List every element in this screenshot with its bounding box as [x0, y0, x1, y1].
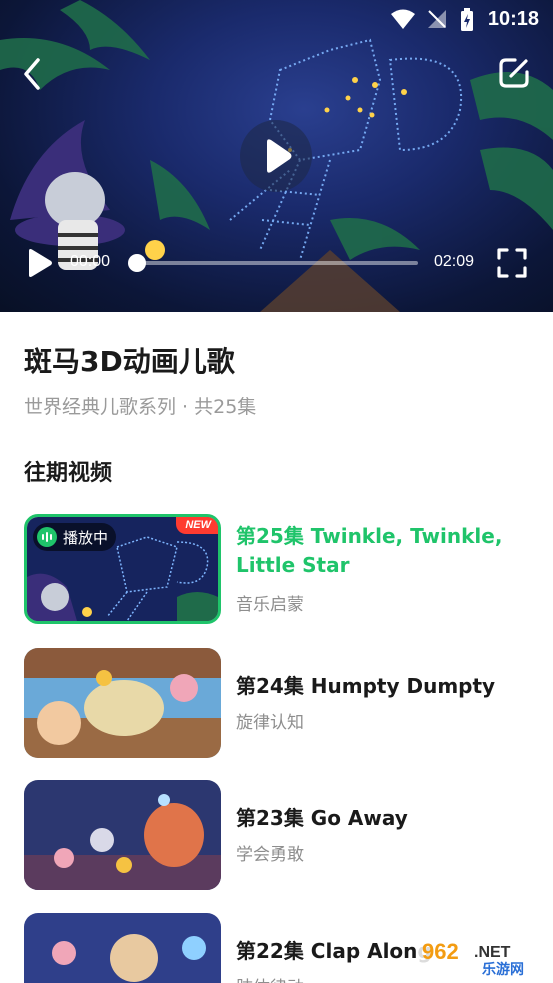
episode-item-25[interactable]: 播放中 NEW 第25集 Twinkle, Twinkle, Little St…	[24, 514, 544, 624]
sound-wave-icon	[37, 527, 57, 547]
episode-item-24[interactable]: 第24集 Humpty Dumpty 旋律认知	[24, 648, 544, 758]
episode-desc: 学会勇敢	[236, 845, 304, 865]
watermark-num: 962	[422, 939, 459, 964]
battery-charging-icon	[461, 8, 473, 31]
series-title: 斑马3D动画儿歌	[24, 345, 235, 378]
current-time: 00:00	[70, 253, 111, 270]
play-icon	[267, 139, 292, 173]
episode-desc: 肢体律动	[236, 973, 304, 983]
player-controls: 00:00 02:09	[0, 240, 553, 288]
progress-bar[interactable]	[134, 261, 418, 265]
back-button[interactable]	[16, 54, 52, 94]
episode-desc: 音乐启蒙	[236, 595, 304, 615]
episode-thumbnail[interactable]	[24, 780, 221, 890]
site-watermark-logo: 962 .NET 乐游网	[416, 937, 548, 978]
episode-desc: 旋律认知	[236, 713, 304, 733]
playing-label: 播放中	[63, 528, 109, 547]
no-signal-icon	[428, 10, 446, 28]
episode-title: 第24集 Humpty Dumpty	[236, 674, 496, 698]
thumbnail-image	[24, 648, 221, 758]
episode-thumbnail[interactable]	[24, 913, 221, 983]
center-play-button[interactable]	[240, 120, 312, 192]
thumbnail-image	[24, 780, 221, 890]
thumbnail-image	[24, 913, 221, 983]
episode-thumbnail[interactable]: 播放中 NEW	[24, 514, 221, 624]
episode-thumbnail[interactable]	[24, 648, 221, 758]
share-edit-icon	[499, 58, 529, 88]
fullscreen-button[interactable]	[497, 248, 527, 278]
episode-title: 第25集 Twinkle, Twinkle, Little Star	[236, 524, 503, 577]
share-button[interactable]	[497, 56, 531, 90]
back-arrow-icon	[24, 58, 40, 90]
status-bar: 10:18	[0, 0, 553, 40]
control-play-button[interactable]	[26, 248, 54, 278]
progress-thumb[interactable]	[128, 254, 146, 272]
video-player[interactable]: 10:18 00:00 02:09	[0, 0, 553, 312]
series-subtitle: 世界经典儿歌系列 · 共25集	[24, 396, 257, 418]
fullscreen-icon	[497, 248, 527, 278]
total-time: 02:09	[434, 253, 475, 270]
new-badge: NEW	[176, 517, 218, 534]
section-title: 往期视频	[24, 461, 113, 486]
playing-badge: 播放中	[33, 523, 117, 551]
watermark-net: .NET	[474, 944, 511, 961]
wifi-icon	[391, 9, 415, 29]
play-icon	[29, 249, 52, 277]
episode-item-23[interactable]: 第23集 Go Away 学会勇敢	[24, 780, 544, 890]
status-time: 10:18	[487, 8, 539, 30]
episode-title: 第23集 Go Away	[236, 806, 408, 830]
watermark-cn: 乐游网	[482, 961, 524, 978]
